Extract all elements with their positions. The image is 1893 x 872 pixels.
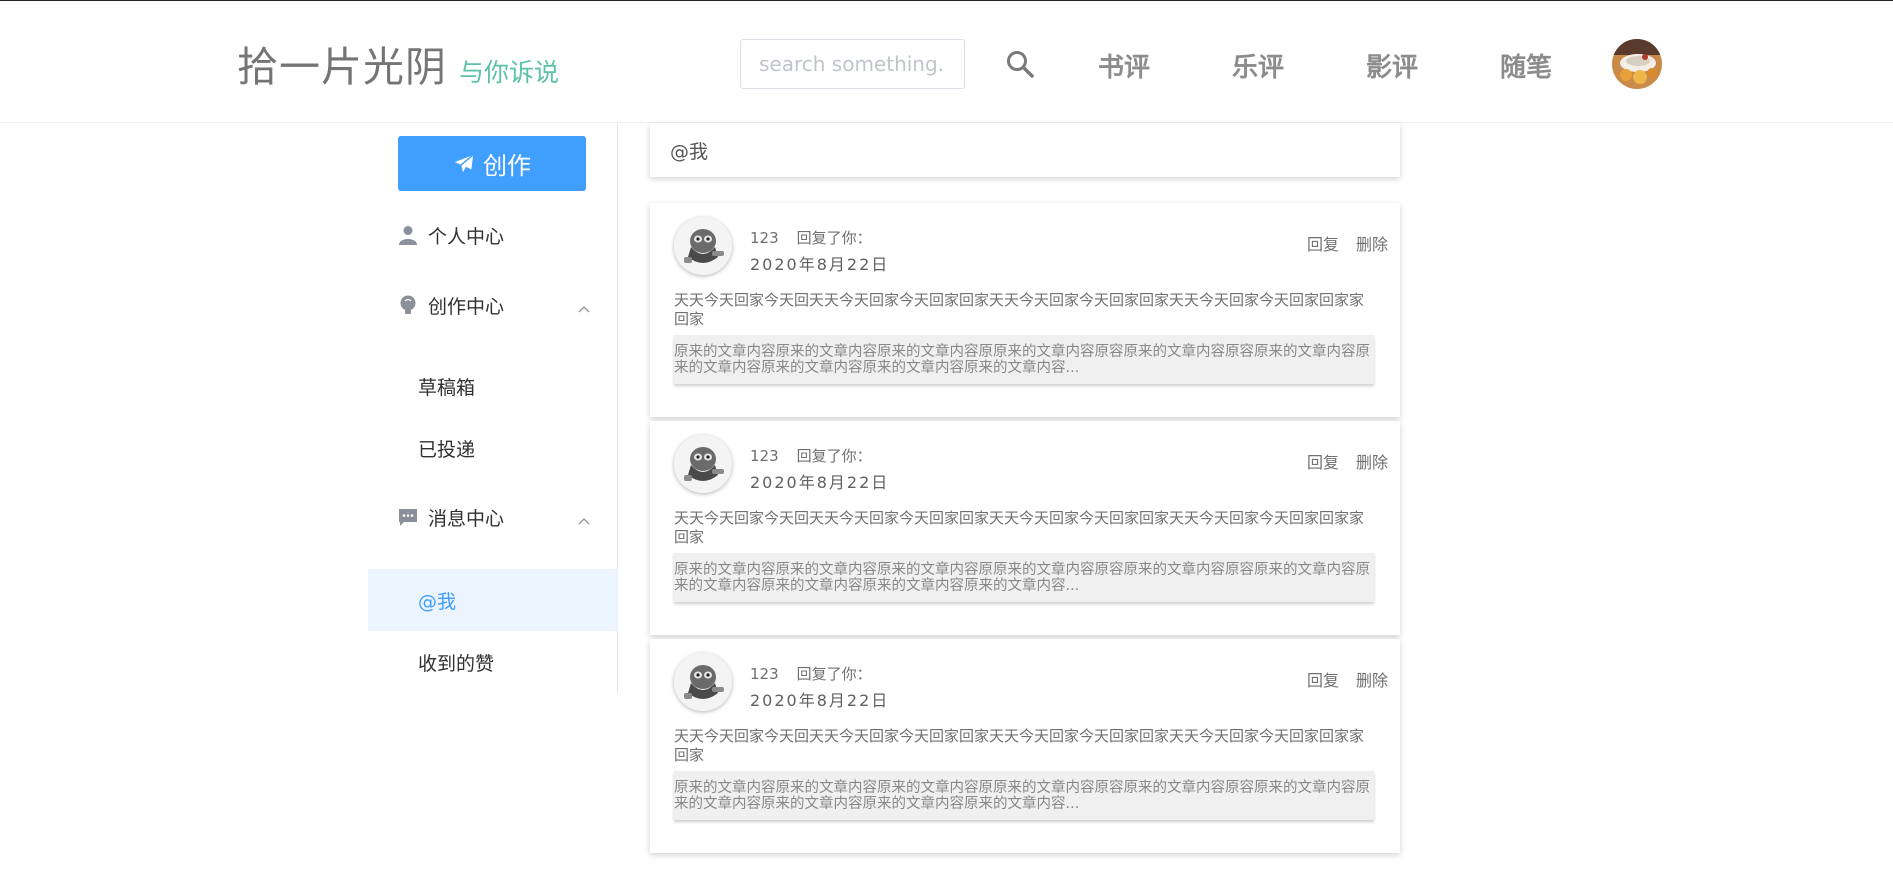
commenter-name[interactable]: 123 [750,229,779,247]
nav-essay[interactable]: 随笔 [1500,47,1552,84]
commenter-name[interactable]: 123 [750,447,779,465]
menu-creation-center[interactable]: 创作中心 [368,277,618,333]
menu-personal-center[interactable]: 个人中心 [368,207,618,263]
create-button-label: 创作 [483,152,531,180]
logo-title: 拾一片光阴 [237,43,447,91]
commenter-name[interactable]: 123 [750,665,779,683]
delete-button[interactable]: 删除 [1356,667,1388,691]
reply-button[interactable]: 回复 [1307,667,1339,691]
delete-button[interactable]: 删除 [1356,449,1388,473]
section-title-card: @我 [650,123,1400,177]
sidebar-item-submitted-label: 已投递 [418,438,476,461]
sidebar: 创作 个人中心 创作中心 草稿箱 已投递 消息中心 @我 收到的赞 [368,123,618,693]
search-icon[interactable] [1005,49,1035,79]
paper-plane-icon [454,153,474,172]
lightbulb-icon [398,295,418,315]
message-header: 123 回复了你： [750,445,872,466]
menu-message-center-label: 消息中心 [428,507,505,530]
nav-book-review[interactable]: 书评 [1098,47,1150,84]
sidebar-item-likes-received[interactable]: 收到的赞 [368,631,618,693]
sidebar-item-submitted[interactable]: 已投递 [368,417,618,479]
site-logo[interactable]: 拾一片光阴 与你诉说 [237,33,559,93]
quoted-article[interactable]: 原来的文章内容原来的文章内容原来的文章内容原原来的文章内容原容原来的文章内容原容… [674,553,1374,602]
message-date: 2020年8月22日 [750,473,890,492]
message-date: 2020年8月22日 [750,255,890,274]
user-icon [398,225,418,245]
menu-message-center[interactable]: 消息中心 [368,489,618,545]
message-card: 123 回复了你： 2020年8月22日 回复 删除 天天今天回家今天回天天今天回… [650,203,1400,417]
message-action: 回复了你： [796,229,872,247]
nav-movie-review[interactable]: 影评 [1366,47,1418,84]
sidebar-item-drafts[interactable]: 草稿箱 [368,355,618,417]
quoted-article[interactable]: 原来的文章内容原来的文章内容原来的文章内容原原来的文章内容原容原来的文章内容原容… [674,335,1374,384]
create-button[interactable]: 创作 [398,136,586,191]
search-input[interactable] [740,39,965,89]
logo-subtitle: 与你诉说 [459,58,560,87]
section-title: @我 [670,140,709,163]
message-card: 123 回复了你： 2020年8月22日 回复 删除 天天今天回家今天回天天今天回… [650,421,1400,635]
message-header: 123 回复了你： [750,663,872,684]
sidebar-item-at-me-label: @我 [418,590,457,613]
message-content: 天天今天回家今天回天天今天回家今天回家回家天天今天回家今天回家回家天天今天回家今… [674,727,1365,764]
message-action: 回复了你： [796,447,872,465]
sidebar-item-drafts-label: 草稿箱 [418,376,476,399]
message-content: 天天今天回家今天回天天今天回家今天回家回家天天今天回家今天回家回家天天今天回家今… [674,509,1365,546]
message-action: 回复了你： [796,665,872,683]
menu-creation-center-label: 创作中心 [428,295,505,318]
message-content: 天天今天回家今天回天天今天回家今天回家回家天天今天回家今天回家回家天天今天回家今… [674,291,1365,328]
reply-button[interactable]: 回复 [1307,449,1339,473]
message-date: 2020年8月22日 [750,691,890,710]
user-avatar[interactable] [1612,39,1662,89]
sidebar-item-at-me[interactable]: @我 [368,569,618,631]
message-header: 123 回复了你： [750,227,872,248]
reply-button[interactable]: 回复 [1307,231,1339,255]
commenter-avatar[interactable] [674,653,732,711]
chevron-up-icon [578,299,590,313]
site-header: 拾一片光阴 与你诉说 书评 乐评 影评 随笔 [0,1,1893,123]
chat-icon [398,507,418,527]
delete-button[interactable]: 删除 [1356,231,1388,255]
message-card: 123 回复了你： 2020年8月22日 回复 删除 天天今天回家今天回天天今天回… [650,639,1400,853]
sidebar-item-likes-received-label: 收到的赞 [418,652,495,675]
chevron-up-icon [578,511,590,525]
nav-music-review[interactable]: 乐评 [1232,47,1284,84]
commenter-avatar[interactable] [674,217,732,275]
commenter-avatar[interactable] [674,435,732,493]
quoted-article[interactable]: 原来的文章内容原来的文章内容原来的文章内容原原来的文章内容原容原来的文章内容原容… [674,771,1374,820]
menu-personal-center-label: 个人中心 [428,225,505,248]
